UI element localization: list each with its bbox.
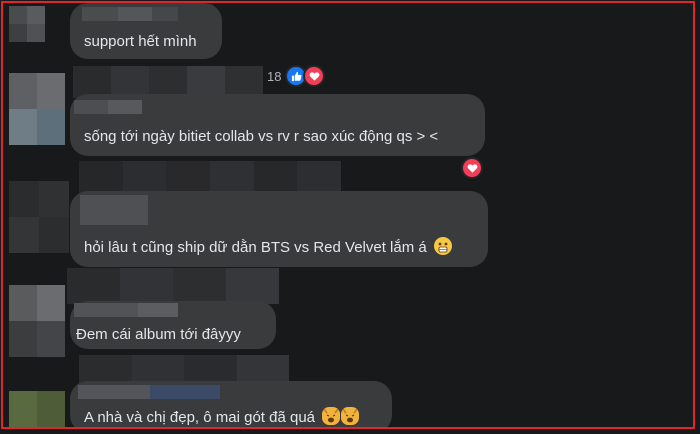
redacted-author-name[interactable] xyxy=(79,161,341,195)
reaction-summary[interactable] xyxy=(461,157,483,179)
reaction-summary[interactable]: 18 xyxy=(267,65,326,87)
avatar[interactable] xyxy=(9,285,65,357)
comment-bubble: Đem cái album tới đâyyy xyxy=(70,301,276,349)
surprised-face-emoji xyxy=(433,237,452,255)
avatar[interactable] xyxy=(9,6,45,42)
comment-text: sống tới ngày bitiet collab vs rv r sao … xyxy=(84,128,439,145)
redacted-author-name[interactable] xyxy=(67,268,279,304)
reaction-count: 18 xyxy=(267,68,282,84)
redacted-author-name[interactable] xyxy=(74,303,178,317)
redacted-author-name[interactable] xyxy=(82,7,178,21)
comment-bubble: sống tới ngày bitiet collab vs rv r sao … xyxy=(70,94,485,156)
heart-icon xyxy=(461,157,483,179)
comment-bubble: A nhà và chị đẹp, ô mai gót đã quá xyxy=(70,381,392,427)
comment-bubble: support hết mình xyxy=(70,3,222,59)
weary-cat-emoji xyxy=(322,407,341,425)
avatar[interactable] xyxy=(9,181,69,253)
comment-text-body: hỏi lâu t cũng ship dữ dằn BTS vs Red Ve… xyxy=(84,239,427,256)
heart-icon xyxy=(303,65,326,87)
comment-bubble: hỏi lâu t cũng ship dữ dằn BTS vs Red Ve… xyxy=(70,191,488,267)
weary-cat-emoji xyxy=(341,407,360,425)
comment-text-body: A nhà và chị đẹp, ô mai gót đã quá xyxy=(84,409,315,426)
comment-text: Đem cái album tới đâyyy xyxy=(76,326,241,343)
comment-text: A nhà và chị đẹp, ô mai gót đã quá xyxy=(84,407,360,427)
redacted-author-name[interactable] xyxy=(74,100,142,114)
avatar[interactable] xyxy=(9,73,65,145)
comment-text: hỏi lâu t cũng ship dữ dằn BTS vs Red Ve… xyxy=(84,237,452,258)
comment-thread: support hết mình 18 sống tới ngày bitiet… xyxy=(1,1,695,429)
redacted-author-name[interactable] xyxy=(80,195,148,225)
avatar[interactable] xyxy=(9,391,65,427)
comment-text: support hết mình xyxy=(84,33,197,50)
redacted-author-name[interactable] xyxy=(78,385,220,399)
